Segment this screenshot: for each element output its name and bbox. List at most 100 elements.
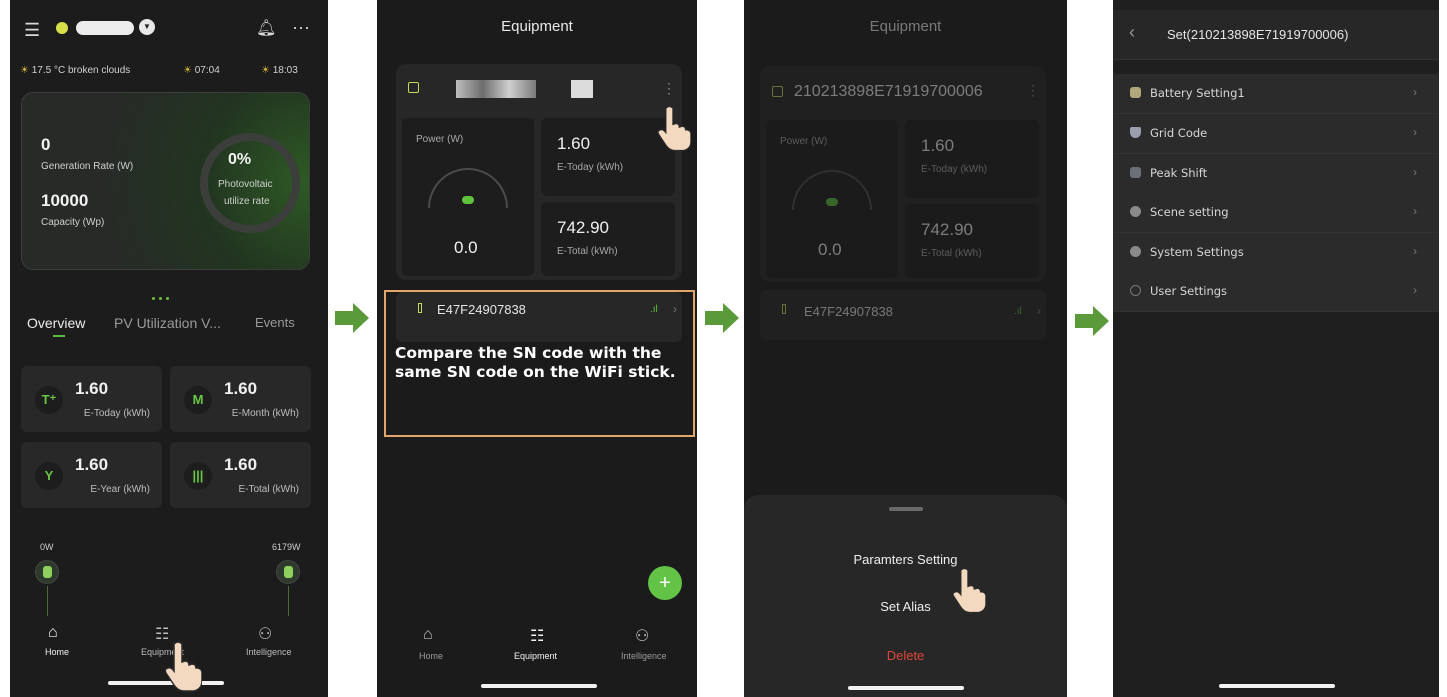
sn-code: E47F24907838 xyxy=(804,304,893,319)
today-value: 1.60 xyxy=(921,136,955,155)
device-icon xyxy=(408,82,419,93)
kebab-menu-icon: ⋮ xyxy=(1026,82,1040,98)
device-card: 210213898E71919700006 ⋮ Power (W) 0.0 1.… xyxy=(760,66,1046,282)
chevron-right-icon: › xyxy=(1413,125,1417,139)
shield-icon xyxy=(1130,127,1141,138)
menu-grid-code[interactable]: Grid Code › xyxy=(1113,114,1439,154)
month-icon: M xyxy=(184,386,212,414)
tab-pv-utilization[interactable]: PV Utilization V... xyxy=(114,315,221,331)
more-icon[interactable]: ··· xyxy=(292,17,310,38)
nav-home[interactable]: Home xyxy=(419,651,443,661)
device-name-redacted-2 xyxy=(571,80,593,98)
chevron-right-icon: › xyxy=(1413,165,1417,179)
sunrise-icon: ☀ xyxy=(183,65,192,76)
device-icon xyxy=(772,86,783,97)
weather-info: ☀ 17.5 °C broken clouds xyxy=(20,65,130,76)
menu-peak-shift[interactable]: Peak Shift › xyxy=(1113,154,1439,194)
menu-system-settings[interactable]: System Settings › xyxy=(1113,233,1439,273)
home-indicator xyxy=(1219,684,1335,688)
scene-icon xyxy=(1130,206,1141,217)
pv-node-icon xyxy=(35,560,59,584)
today-value: 1.60 xyxy=(557,134,591,153)
total-icon: ||| xyxy=(184,462,212,490)
chevron-right-icon: › xyxy=(1413,85,1417,99)
chevron-right-icon: › xyxy=(1413,283,1417,297)
flow-line-right xyxy=(288,586,289,616)
chevron-right-icon: › xyxy=(1037,304,1041,318)
nav-intelligence[interactable]: Intelligence xyxy=(621,651,667,661)
menu-label: Battery Setting1 xyxy=(1150,86,1245,100)
year-value: 1.60 xyxy=(75,455,109,474)
menu-label: Scene setting xyxy=(1150,205,1229,219)
weather-icon: ☀ xyxy=(20,65,29,76)
sunrise-info: ☀ 07:04 xyxy=(183,65,220,76)
temperature: 17.5 °C broken clouds xyxy=(31,65,131,76)
nav-intelligence[interactable]: Intelligence xyxy=(246,647,292,657)
sheet-handle[interactable] xyxy=(889,507,923,511)
menu-scene-setting[interactable]: Scene setting › xyxy=(1113,193,1439,233)
flow-arrow-icon xyxy=(1075,306,1109,336)
equipment-icon[interactable]: ☷ xyxy=(530,626,544,646)
home-indicator xyxy=(848,686,964,690)
sunset-info: ☀ 18:03 xyxy=(261,65,298,76)
user-icon xyxy=(1130,285,1141,296)
nav-equipment[interactable]: Equipment xyxy=(514,651,557,661)
plant-name-pill[interactable] xyxy=(76,21,134,35)
today-label: E-Today (kWh) xyxy=(557,162,624,173)
bell-icon[interactable]: 🔔︎ xyxy=(256,18,276,38)
intelligence-icon[interactable]: ⚇ xyxy=(258,624,272,644)
menu-label: Peak Shift xyxy=(1150,166,1208,180)
chevron-right-icon: › xyxy=(1413,204,1417,218)
tab-events[interactable]: Events xyxy=(255,315,295,330)
leaf-icon xyxy=(462,196,474,204)
utilization-label-line2: utilize rate xyxy=(224,196,270,207)
year-icon: Y xyxy=(35,462,63,490)
today-value: 1.60 xyxy=(75,379,109,398)
total-panel: 742.90 E-Total (kWh) xyxy=(905,204,1039,278)
signal-icon: .ıl xyxy=(1014,306,1022,317)
sunset-icon: ☀ xyxy=(261,65,270,76)
utilization-label-line1: Photovoltaic xyxy=(218,179,273,190)
generation-card[interactable]: 0 Generation Rate (W) 10000 Capacity (Wp… xyxy=(21,92,310,270)
home-screen: ☰ ▼ 🔔︎ ··· ☀ 17.5 °C broken clouds ☀ 07:… xyxy=(10,0,328,697)
generation-value: 0 xyxy=(41,135,51,154)
dropdown-icon[interactable]: ▼ xyxy=(139,19,155,35)
sunrise-time: 07:04 xyxy=(194,65,220,76)
kebab-menu-icon[interactable]: ⋮ xyxy=(662,80,676,97)
set-alias-option[interactable]: Set Alias xyxy=(744,599,1067,614)
intelligence-icon[interactable]: ⚇ xyxy=(635,626,649,646)
page-title: Equipment xyxy=(869,18,942,35)
home-icon[interactable]: ⌂ xyxy=(48,624,58,642)
left-power: 0W xyxy=(40,542,54,552)
stick-icon xyxy=(782,304,786,314)
device-card[interactable]: ⋮ Power (W) 0.0 1.60 E-Today (kWh) 742.9… xyxy=(396,64,682,280)
capacity-value: 10000 xyxy=(41,191,89,210)
back-chevron-icon[interactable]: ‹ xyxy=(1129,22,1135,43)
menu-user-settings[interactable]: User Settings › xyxy=(1113,272,1439,312)
utilization-percent: 0% xyxy=(228,151,252,168)
menu-battery-setting[interactable]: Battery Setting1 › xyxy=(1113,74,1439,114)
stat-card-total: ||| 1.60 E-Total (kWh) xyxy=(170,442,311,508)
menu-label: System Settings xyxy=(1150,245,1244,259)
power-label: Power (W) xyxy=(780,136,828,147)
total-label: E-Total (kWh) xyxy=(238,484,299,495)
add-device-button[interactable]: + xyxy=(648,566,682,600)
page-title: Equipment xyxy=(501,18,573,35)
capacity-label: Capacity (Wp) xyxy=(41,217,105,228)
tab-indicator xyxy=(53,335,65,337)
home-icon[interactable]: ⌂ xyxy=(423,626,433,644)
total-value: 742.90 xyxy=(557,218,609,237)
total-label: E-Total (kWh) xyxy=(557,246,618,257)
delete-option[interactable]: Delete xyxy=(744,648,1067,663)
tab-overview[interactable]: Overview xyxy=(27,315,85,331)
tap-hand-icon xyxy=(164,641,202,692)
parameters-setting-option[interactable]: Paramters Setting xyxy=(744,552,1067,567)
menu-icon[interactable]: ☰ xyxy=(24,20,40,41)
page-title: Set(210213898E71919700006) xyxy=(1167,27,1349,42)
right-power: 6179W xyxy=(272,542,301,552)
nav-home[interactable]: Home xyxy=(45,647,69,657)
month-label: E-Month (kWh) xyxy=(231,408,299,419)
settings-header: ‹ Set(210213898E71919700006) xyxy=(1113,10,1439,60)
sn-callout: Compare the SN code with the same SN cod… xyxy=(395,344,676,381)
sunset-time: 18:03 xyxy=(272,65,298,76)
